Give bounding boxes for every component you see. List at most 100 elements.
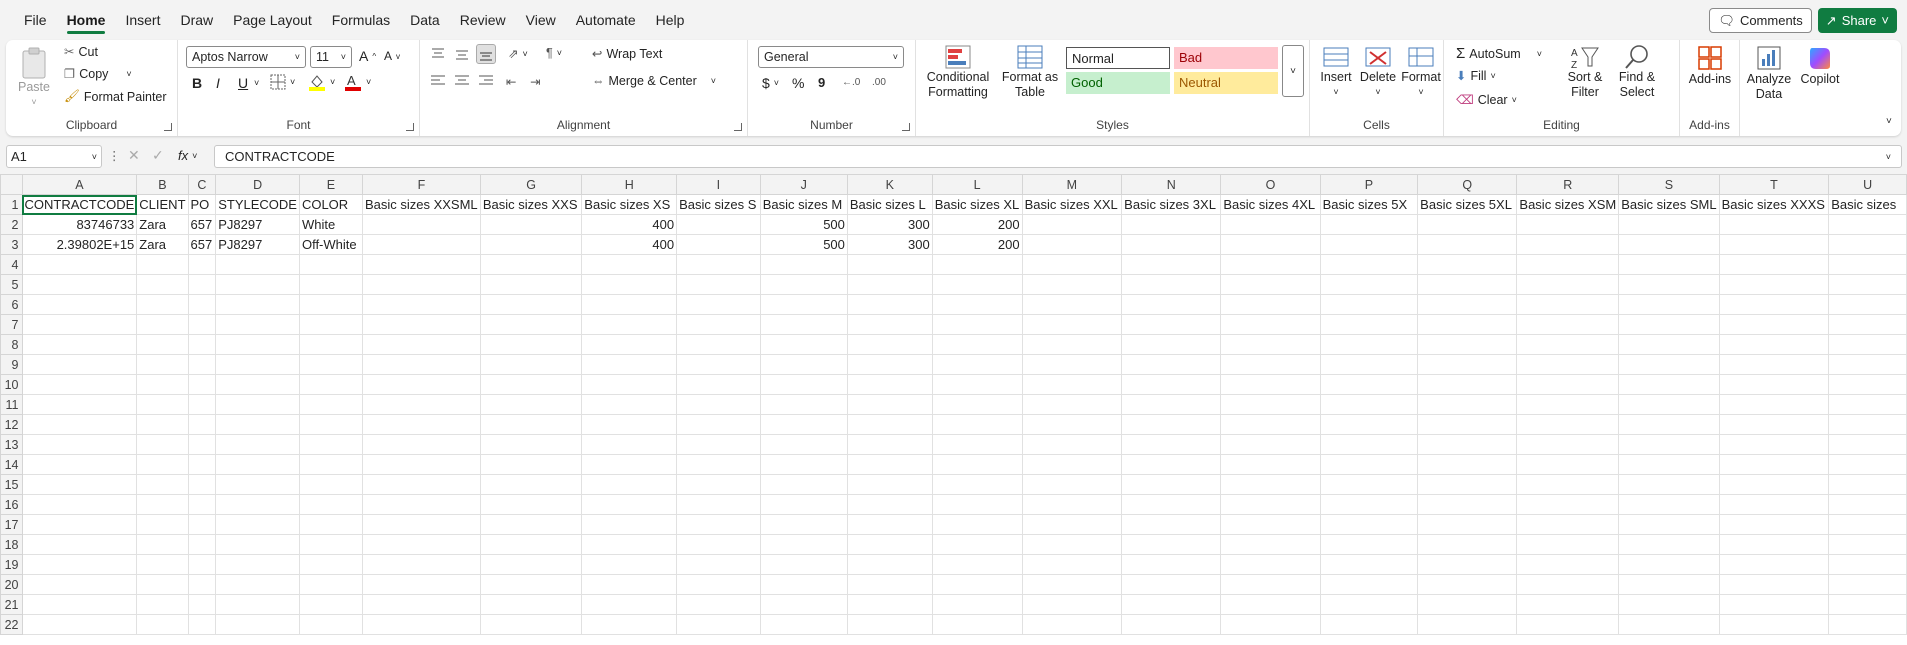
cell-k18[interactable] <box>846 534 933 555</box>
cell-n1[interactable]: Basic sizes 3XL <box>1121 194 1222 215</box>
cell-m5[interactable] <box>1021 274 1123 295</box>
cell-c14[interactable] <box>187 454 217 475</box>
row-header[interactable]: 15 <box>0 474 23 495</box>
cell-a17[interactable] <box>21 514 138 535</box>
cell-e15[interactable] <box>298 474 363 495</box>
cell-l8[interactable] <box>931 334 1023 355</box>
cell-a14[interactable] <box>21 454 138 475</box>
cell-i13[interactable] <box>676 434 761 455</box>
increase-indent-button[interactable]: ⇥ <box>530 74 540 89</box>
conditional-formatting-button[interactable]: Conditional Formatting <box>922 44 994 100</box>
cell-d19[interactable] <box>215 554 300 575</box>
cell-p19[interactable] <box>1319 554 1419 575</box>
cell-h9[interactable] <box>581 354 678 375</box>
column-header-u[interactable]: U <box>1828 174 1907 195</box>
increase-decimal-button[interactable]: ←.0 <box>842 77 860 88</box>
cell-j20[interactable] <box>759 574 848 595</box>
cell-l13[interactable] <box>931 434 1023 455</box>
cell-e17[interactable] <box>298 514 363 535</box>
decrease-indent-button[interactable]: ⇤ <box>506 74 516 89</box>
cell-b13[interactable] <box>136 434 189 455</box>
cell-f18[interactable] <box>361 534 481 555</box>
cell-d1[interactable]: STYLECODE <box>215 194 300 215</box>
cell-p5[interactable] <box>1319 274 1419 295</box>
cell-g14[interactable] <box>479 454 583 475</box>
sort-filter-button[interactable]: AZ Sort & Filter <box>1560 44 1610 100</box>
align-center-button[interactable] <box>454 74 470 88</box>
cell-a2[interactable]: 83746733 <box>21 214 138 235</box>
row-header[interactable]: 2 <box>0 214 23 235</box>
cell-q5[interactable] <box>1417 274 1518 295</box>
cell-r3[interactable] <box>1516 234 1620 255</box>
cell-s16[interactable] <box>1618 494 1720 515</box>
underline-button[interactable]: U <box>238 75 248 91</box>
cell-m1[interactable]: Basic sizes XXL <box>1021 194 1123 215</box>
cell-k17[interactable] <box>846 514 933 535</box>
cell-p11[interactable] <box>1319 394 1419 415</box>
cell-m8[interactable] <box>1021 334 1123 355</box>
currency-button[interactable]: $ ˅ <box>762 75 779 91</box>
cell-q1[interactable]: Basic sizes 5XL <box>1417 194 1518 215</box>
cell-u19[interactable] <box>1828 554 1907 575</box>
cell-q22[interactable] <box>1417 614 1518 635</box>
cell-o17[interactable] <box>1220 514 1321 535</box>
cell-u6[interactable] <box>1828 294 1907 315</box>
cell-p1[interactable]: Basic sizes 5X <box>1319 194 1419 215</box>
cell-l16[interactable] <box>931 494 1023 515</box>
cell-q6[interactable] <box>1417 294 1518 315</box>
cell-h19[interactable] <box>581 554 678 575</box>
cell-u16[interactable] <box>1828 494 1907 515</box>
select-all-corner[interactable] <box>0 174 23 195</box>
cell-d13[interactable] <box>215 434 300 455</box>
cell-f21[interactable] <box>361 594 481 615</box>
cell-i4[interactable] <box>676 254 761 275</box>
cell-d22[interactable] <box>215 614 300 635</box>
cell-t21[interactable] <box>1718 594 1830 615</box>
decrease-font-size-button[interactable]: Av <box>384 49 400 63</box>
cell-h21[interactable] <box>581 594 678 615</box>
cell-a20[interactable] <box>21 574 138 595</box>
column-header-l[interactable]: L <box>931 174 1023 195</box>
column-header-f[interactable]: F <box>361 174 481 195</box>
cell-h6[interactable] <box>581 294 678 315</box>
cell-u17[interactable] <box>1828 514 1907 535</box>
cell-h2[interactable]: 400 <box>581 214 678 235</box>
cell-j13[interactable] <box>759 434 848 455</box>
cell-c22[interactable] <box>187 614 217 635</box>
fill-color-button[interactable]: ˅ <box>308 73 335 91</box>
cell-d9[interactable] <box>215 354 300 375</box>
cell-h13[interactable] <box>581 434 678 455</box>
cell-t5[interactable] <box>1718 274 1830 295</box>
cell-f6[interactable] <box>361 294 481 315</box>
cell-o13[interactable] <box>1220 434 1321 455</box>
cell-k5[interactable] <box>846 274 933 295</box>
cell-l6[interactable] <box>931 294 1023 315</box>
cell-t18[interactable] <box>1718 534 1830 555</box>
cell-m21[interactable] <box>1021 594 1123 615</box>
cell-n11[interactable] <box>1121 394 1222 415</box>
cell-c21[interactable] <box>187 594 217 615</box>
cell-i20[interactable] <box>676 574 761 595</box>
cell-k15[interactable] <box>846 474 933 495</box>
cell-b2[interactable]: Zara <box>136 214 189 235</box>
cell-c19[interactable] <box>187 554 217 575</box>
cell-a7[interactable] <box>21 314 138 335</box>
cell-o11[interactable] <box>1220 394 1321 415</box>
cell-e13[interactable] <box>298 434 363 455</box>
cell-i3[interactable] <box>676 234 761 255</box>
row-header[interactable]: 11 <box>0 394 23 415</box>
cell-g21[interactable] <box>479 594 583 615</box>
cell-h3[interactable]: 400 <box>581 234 678 255</box>
cell-u20[interactable] <box>1828 574 1907 595</box>
cell-o8[interactable] <box>1220 334 1321 355</box>
cell-q19[interactable] <box>1417 554 1518 575</box>
cell-o6[interactable] <box>1220 294 1321 315</box>
cell-a8[interactable] <box>21 334 138 355</box>
cell-i9[interactable] <box>676 354 761 375</box>
cell-j3[interactable]: 500 <box>759 234 848 255</box>
cell-n6[interactable] <box>1121 294 1222 315</box>
cell-k3[interactable]: 300 <box>846 234 933 255</box>
cell-j15[interactable] <box>759 474 848 495</box>
cell-c15[interactable] <box>187 474 217 495</box>
cell-l2[interactable]: 200 <box>931 214 1023 235</box>
